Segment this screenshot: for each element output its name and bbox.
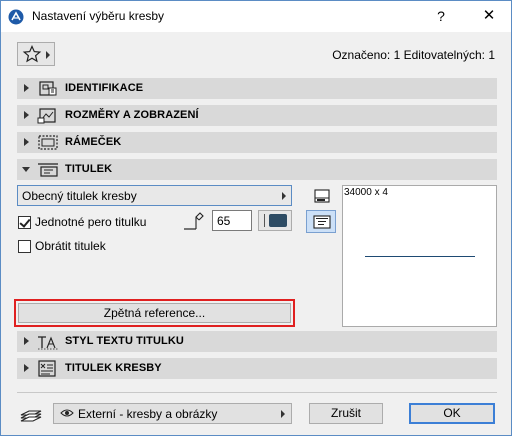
- back-reference-button[interactable]: Zpětná reference...: [18, 303, 291, 323]
- section-title[interactable]: TITULEK: [17, 159, 497, 180]
- dialog-window: Nastavení výběru kresby ? ✕ Označeno: 1 …: [0, 0, 512, 436]
- archicad-icon: [8, 9, 24, 25]
- title-bar: Nastavení výběru kresby ? ✕: [1, 1, 511, 32]
- pen-color-button[interactable]: [258, 210, 292, 231]
- layers-icon: [20, 410, 42, 422]
- section-frame[interactable]: RÁMEČEK: [17, 132, 497, 153]
- flip-title-label: Obrátit titulek: [35, 239, 106, 253]
- pen-number-value: 65: [217, 214, 231, 228]
- title-frame-toggle-button[interactable]: [306, 210, 336, 233]
- title-settings-icon[interactable]: [314, 189, 330, 203]
- close-button[interactable]: ✕: [479, 6, 499, 26]
- section-label: STYL TEXTU TITULKU: [65, 335, 184, 347]
- help-button[interactable]: ?: [431, 6, 451, 26]
- title-icon: [38, 163, 58, 177]
- layer-value: Externí - kresby a obrázky: [78, 407, 218, 421]
- frame-icon: [38, 135, 58, 150]
- window-title: Nastavení výběru kresby: [32, 9, 165, 23]
- ok-button[interactable]: OK: [409, 403, 495, 424]
- text-style-icon: [38, 336, 58, 350]
- title-preview: 34000 x 4: [342, 185, 497, 327]
- pen-number-input[interactable]: 65: [212, 210, 252, 231]
- section-drawing-title[interactable]: TITULEK KRESBY: [17, 358, 497, 379]
- preview-text: 34000 x 4: [344, 187, 388, 198]
- section-label: ROZMĚRY A ZOBRAZENÍ: [65, 109, 199, 121]
- chevron-right-icon: [282, 192, 286, 200]
- expand-arrow-icon: [24, 84, 29, 92]
- section-label: TITULEK KRESBY: [65, 362, 162, 374]
- eye-icon: [60, 409, 74, 417]
- identification-icon: [39, 81, 57, 96]
- title-type-dropdown[interactable]: Obecný titulek kresby: [17, 185, 292, 206]
- section-label: IDENTIFIKACE: [65, 82, 144, 94]
- chevron-right-icon: [281, 410, 285, 418]
- preview-title-line: [365, 256, 475, 257]
- expand-arrow-icon: [24, 364, 29, 372]
- section-identification[interactable]: IDENTIFIKACE: [17, 78, 497, 99]
- collapse-arrow-icon: [22, 167, 30, 172]
- chevron-right-icon: [46, 51, 50, 59]
- pen-icon: [184, 212, 204, 230]
- selection-count: Označeno: 1 Editovatelných: 1: [332, 48, 495, 62]
- favorites-button[interactable]: [17, 42, 55, 66]
- separator: [264, 214, 265, 227]
- expand-arrow-icon: [24, 337, 29, 345]
- uniform-pen-checkbox[interactable]: [18, 216, 31, 229]
- title-frame-icon: [313, 215, 331, 229]
- footer-divider: [17, 392, 497, 393]
- section-label: RÁMEČEK: [65, 136, 122, 148]
- star-icon: [22, 45, 42, 63]
- pen-color-swatch: [269, 214, 287, 227]
- section-label: TITULEK: [65, 163, 113, 175]
- size-display-icon: [37, 108, 56, 124]
- title-type-value: Obecný titulek kresby: [22, 189, 137, 203]
- expand-arrow-icon: [24, 138, 29, 146]
- section-size-display[interactable]: ROZMĚRY A ZOBRAZENÍ: [17, 105, 497, 126]
- cancel-button[interactable]: Zrušit: [309, 403, 383, 424]
- layer-dropdown[interactable]: Externí - kresby a obrázky: [53, 403, 292, 424]
- section-title-text-style[interactable]: STYL TEXTU TITULKU: [17, 331, 497, 352]
- flip-title-checkbox[interactable]: [18, 240, 31, 253]
- drawing-title-icon: [38, 360, 56, 377]
- expand-arrow-icon: [24, 111, 29, 119]
- uniform-pen-label: Jednotné pero titulku: [35, 215, 147, 229]
